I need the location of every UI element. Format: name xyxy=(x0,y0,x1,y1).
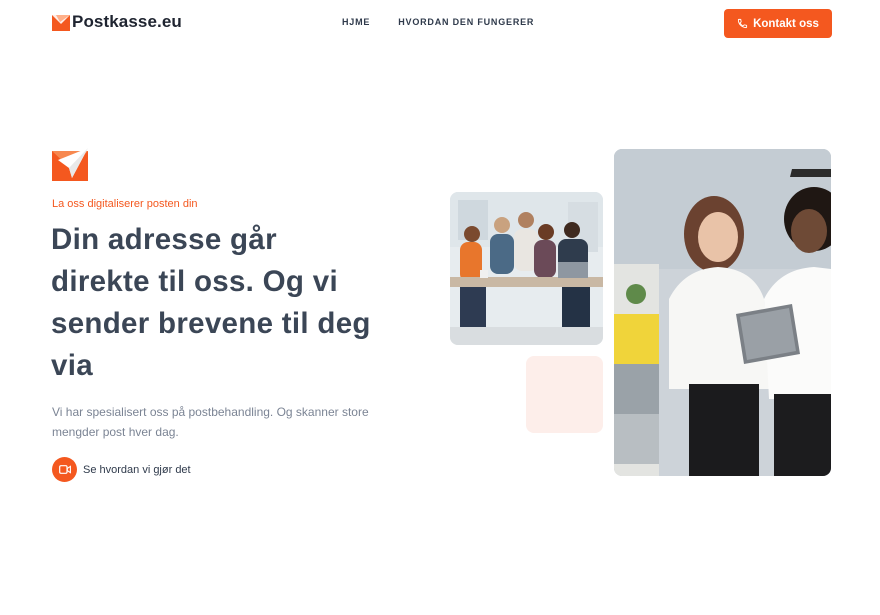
watch-video-link[interactable]: Se hvordan vi gjør det xyxy=(52,457,191,482)
video-play-button[interactable] xyxy=(52,457,77,482)
contact-button[interactable]: Kontakt oss xyxy=(724,9,832,38)
watch-video-label: Se hvordan vi gjør det xyxy=(83,463,191,476)
hero-subtext: Vi har spesialisert oss på postbehandlin… xyxy=(52,405,369,439)
decorative-pink-box xyxy=(526,356,603,433)
envelope-plane-icon xyxy=(52,148,88,181)
main-nav: HJME HVORDAN DEN FUNGERER xyxy=(342,17,534,27)
nav-link-home[interactable]: HJME xyxy=(342,17,370,27)
team-meeting-photo xyxy=(450,192,603,345)
logo-envelope-icon xyxy=(52,14,70,31)
video-camera-icon xyxy=(58,465,71,474)
phone-icon xyxy=(737,18,748,29)
site-header: Postkasse.eu HJME HVORDAN DEN FUNGERER K… xyxy=(0,0,880,46)
nav-link-how-it-works[interactable]: HVORDAN DEN FUNGERER xyxy=(398,17,534,27)
hero-eyebrow: La oss digitaliserer posten din xyxy=(52,198,198,210)
women-tablet-photo xyxy=(614,149,831,476)
brand-logo[interactable]: Postkasse.eu xyxy=(52,12,182,32)
contact-button-label: Kontakt oss xyxy=(753,17,819,30)
hero-headline: Din adresse går direkte til oss. Og vi s… xyxy=(51,223,371,382)
brand-name: Postkasse.eu xyxy=(72,12,182,31)
